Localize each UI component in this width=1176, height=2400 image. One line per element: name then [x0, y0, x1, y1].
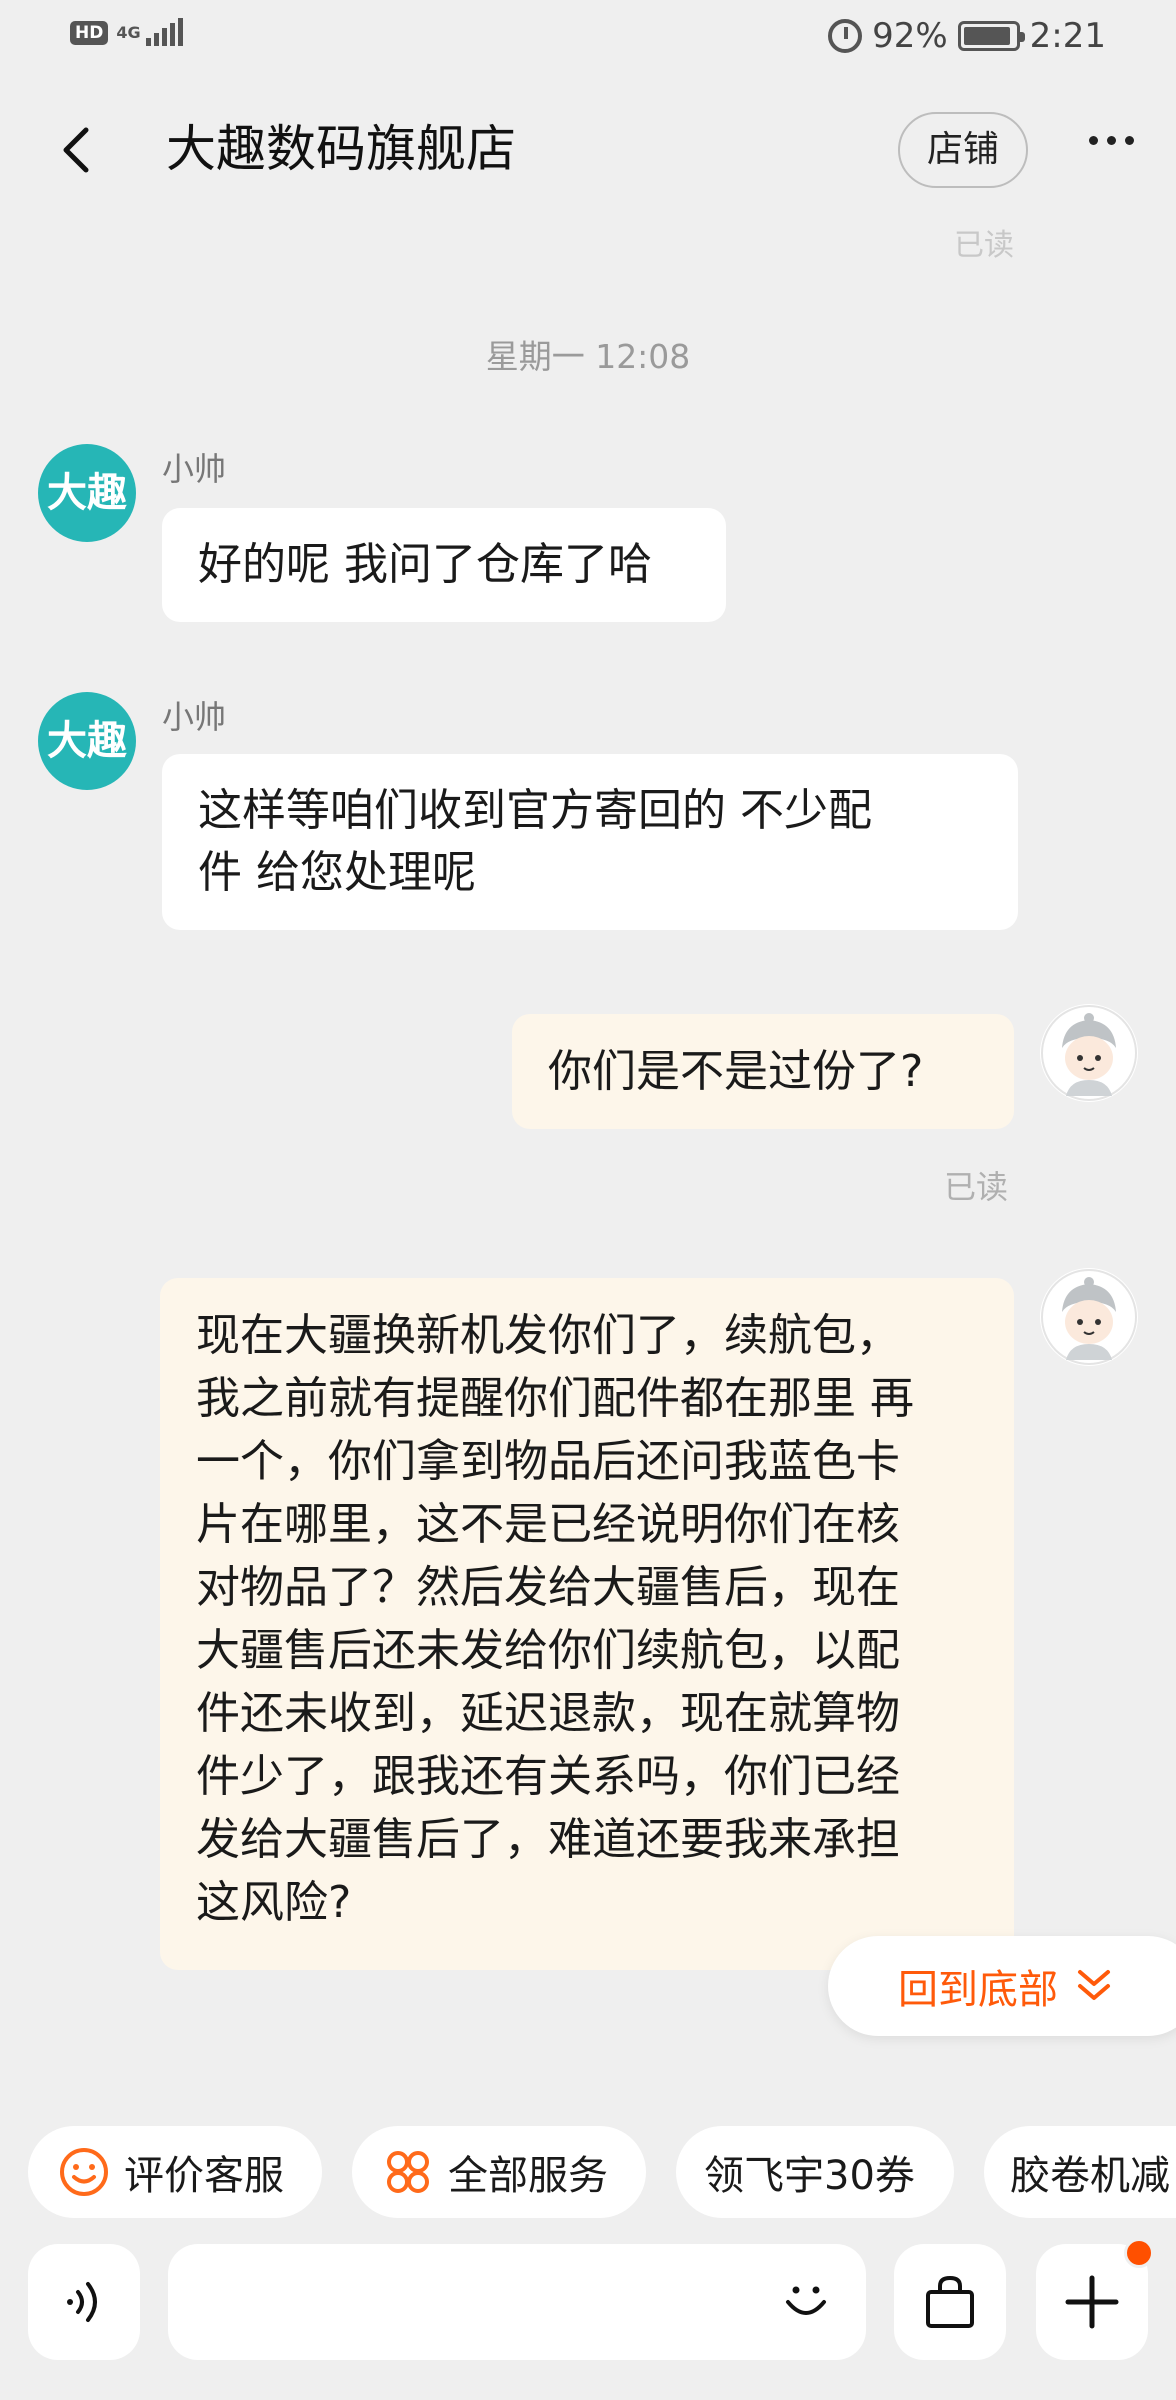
service-chip-film-camera[interactable]: 胶卷机减	[984, 2126, 1176, 2218]
read-status: 已读	[944, 1168, 1009, 1206]
chat-header: 大趣数码旗舰店 店铺	[0, 96, 1176, 206]
service-chip-label: 评价客服	[124, 2153, 284, 2199]
message-line: 这样等咱们收到官方寄回的 不少配	[198, 785, 872, 836]
service-chip-label: 领飞宇30券	[704, 2153, 915, 2199]
battery-icon	[957, 21, 1025, 51]
message-line: 这风险?	[196, 1877, 352, 1928]
voice-wave-icon	[67, 2282, 97, 2322]
emoji-icon[interactable]	[776, 2274, 836, 2334]
battery-percent: 92%	[872, 16, 948, 56]
message-input-bar	[0, 2238, 1176, 2360]
store-avatar[interactable]: 大趣	[38, 444, 136, 542]
message-bubble[interactable]: 你们是不是过份了?	[512, 1014, 1014, 1129]
service-chip-all-services[interactable]: 全部服务	[352, 2126, 646, 2218]
sender-name: 小帅	[162, 698, 227, 736]
service-chip-label: 胶卷机减	[1010, 2153, 1170, 2199]
read-status: 已读	[954, 228, 1014, 263]
service-chip-label: 全部服务	[448, 2153, 608, 2199]
store-button[interactable]: 店铺	[898, 112, 1028, 188]
back-arrow-icon[interactable]	[50, 122, 106, 178]
network-type: 4G	[116, 23, 141, 42]
message-timestamp: 星期一 12:08	[485, 337, 691, 376]
smile-face-icon	[60, 2148, 108, 2196]
message-line: 我之前就有提醒你们配件都在那里 再	[196, 1373, 914, 1424]
alarm-icon	[828, 19, 863, 53]
shopping-bag-icon	[926, 2275, 974, 2328]
notification-dot	[1124, 2238, 1154, 2268]
message-line: 件还未收到，延迟退款，现在就算物	[196, 1688, 900, 1739]
chat-messages[interactable]: 已读 星期一 12:08 大趣 小帅 好的呢 我问了仓库了哈 大趣 小帅 这样等…	[0, 206, 1176, 2086]
message-line: 件 给您处理呢	[198, 847, 476, 898]
double-chevron-down-icon	[1078, 1970, 1110, 2000]
service-chip-rate-agent[interactable]: 评价客服	[28, 2126, 322, 2218]
message-bubble[interactable]: 现在大疆换新机发你们了，续航包， 我之前就有提醒你们配件都在那里 再 一个，你们…	[160, 1278, 1014, 1970]
user-avatar-icon	[1041, 1005, 1137, 1101]
status-bar: HD 4G 92% 2:21	[0, 0, 1176, 72]
voice-input-button[interactable]	[28, 2244, 140, 2360]
message-input[interactable]	[168, 2244, 866, 2360]
message-bubble[interactable]: 好的呢 我问了仓库了哈	[162, 508, 726, 622]
user-avatar-icon	[1041, 1269, 1137, 1365]
grid-flower-icon	[387, 2151, 429, 2193]
user-avatar[interactable]	[1040, 1004, 1138, 1102]
page-title: 大趣数码旗舰店	[166, 120, 516, 178]
more-actions-button[interactable]	[1036, 2238, 1154, 2360]
hd-indicator: HD	[70, 21, 109, 45]
message-line: 现在大疆换新机发你们了，续航包，	[196, 1310, 900, 1361]
service-chip-coupon[interactable]: 领飞宇30券	[676, 2126, 954, 2218]
message-line: 件少了，跟我还有关系吗，你们已经	[196, 1751, 900, 1802]
back-to-bottom-label: 回到底部	[898, 1967, 1058, 2013]
clock: 2:21	[1029, 16, 1106, 56]
quick-services-bar: 评价客服 全部服务 领飞宇30券 胶卷机减	[0, 2126, 1176, 2218]
store-avatar[interactable]: 大趣	[38, 692, 136, 790]
order-bag-button[interactable]	[894, 2244, 1006, 2360]
message-bubble[interactable]: 这样等咱们收到官方寄回的 不少配 件 给您处理呢	[162, 754, 1018, 930]
message-line: 发给大疆售后了，难道还要我来承担	[196, 1814, 900, 1865]
sender-name: 小帅	[162, 450, 227, 488]
message-line: 大疆售后还未发给你们续航包，以配	[196, 1625, 900, 1676]
plus-icon	[1065, 2275, 1119, 2329]
message-line: 一个，你们拿到物品后还问我蓝色卡	[196, 1436, 900, 1487]
back-to-bottom-button[interactable]: 回到底部	[828, 1936, 1176, 2036]
user-avatar[interactable]	[1040, 1268, 1138, 1366]
message-line: 片在哪里，这不是已经说明你们在核	[196, 1499, 900, 1550]
more-options-icon[interactable]	[1089, 136, 1134, 145]
message-line: 对物品了？然后发给大疆售后，现在	[196, 1562, 900, 1613]
signal-icon	[146, 18, 184, 46]
